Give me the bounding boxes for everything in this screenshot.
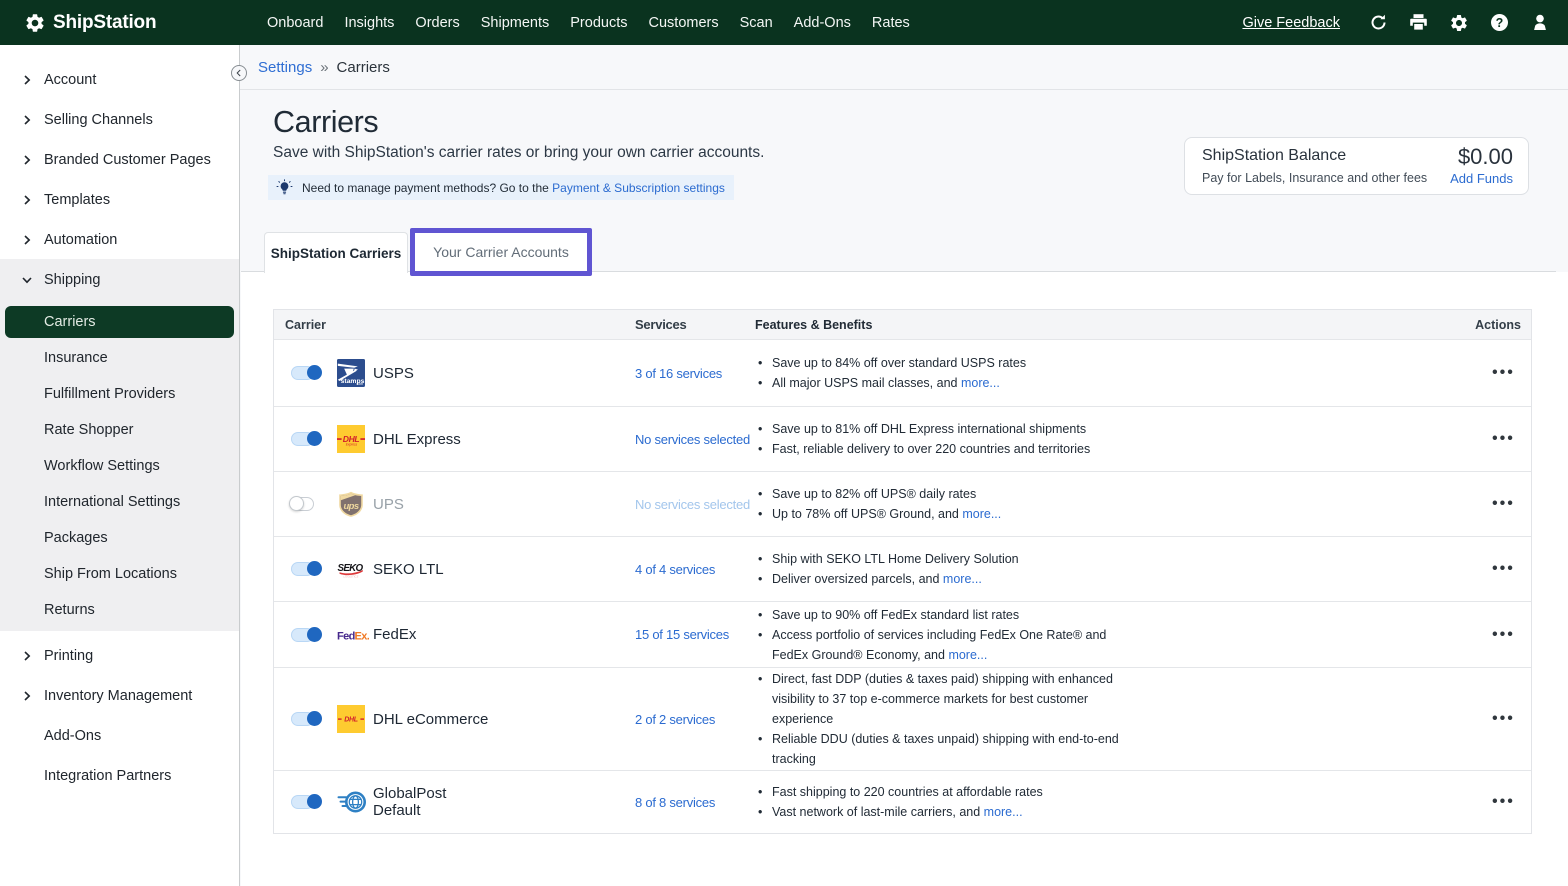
svg-text:LOGISTICS: LOGISTICS [344,575,359,579]
svg-text:ups: ups [343,501,358,512]
svg-text:Fed: Fed [337,630,355,642]
svg-text:Express: Express [346,442,358,446]
svg-text:DHL: DHL [344,717,358,724]
svg-text:?: ? [1496,16,1504,30]
svg-text:Ex.: Ex. [355,630,370,642]
svg-text:com: com [357,382,364,386]
